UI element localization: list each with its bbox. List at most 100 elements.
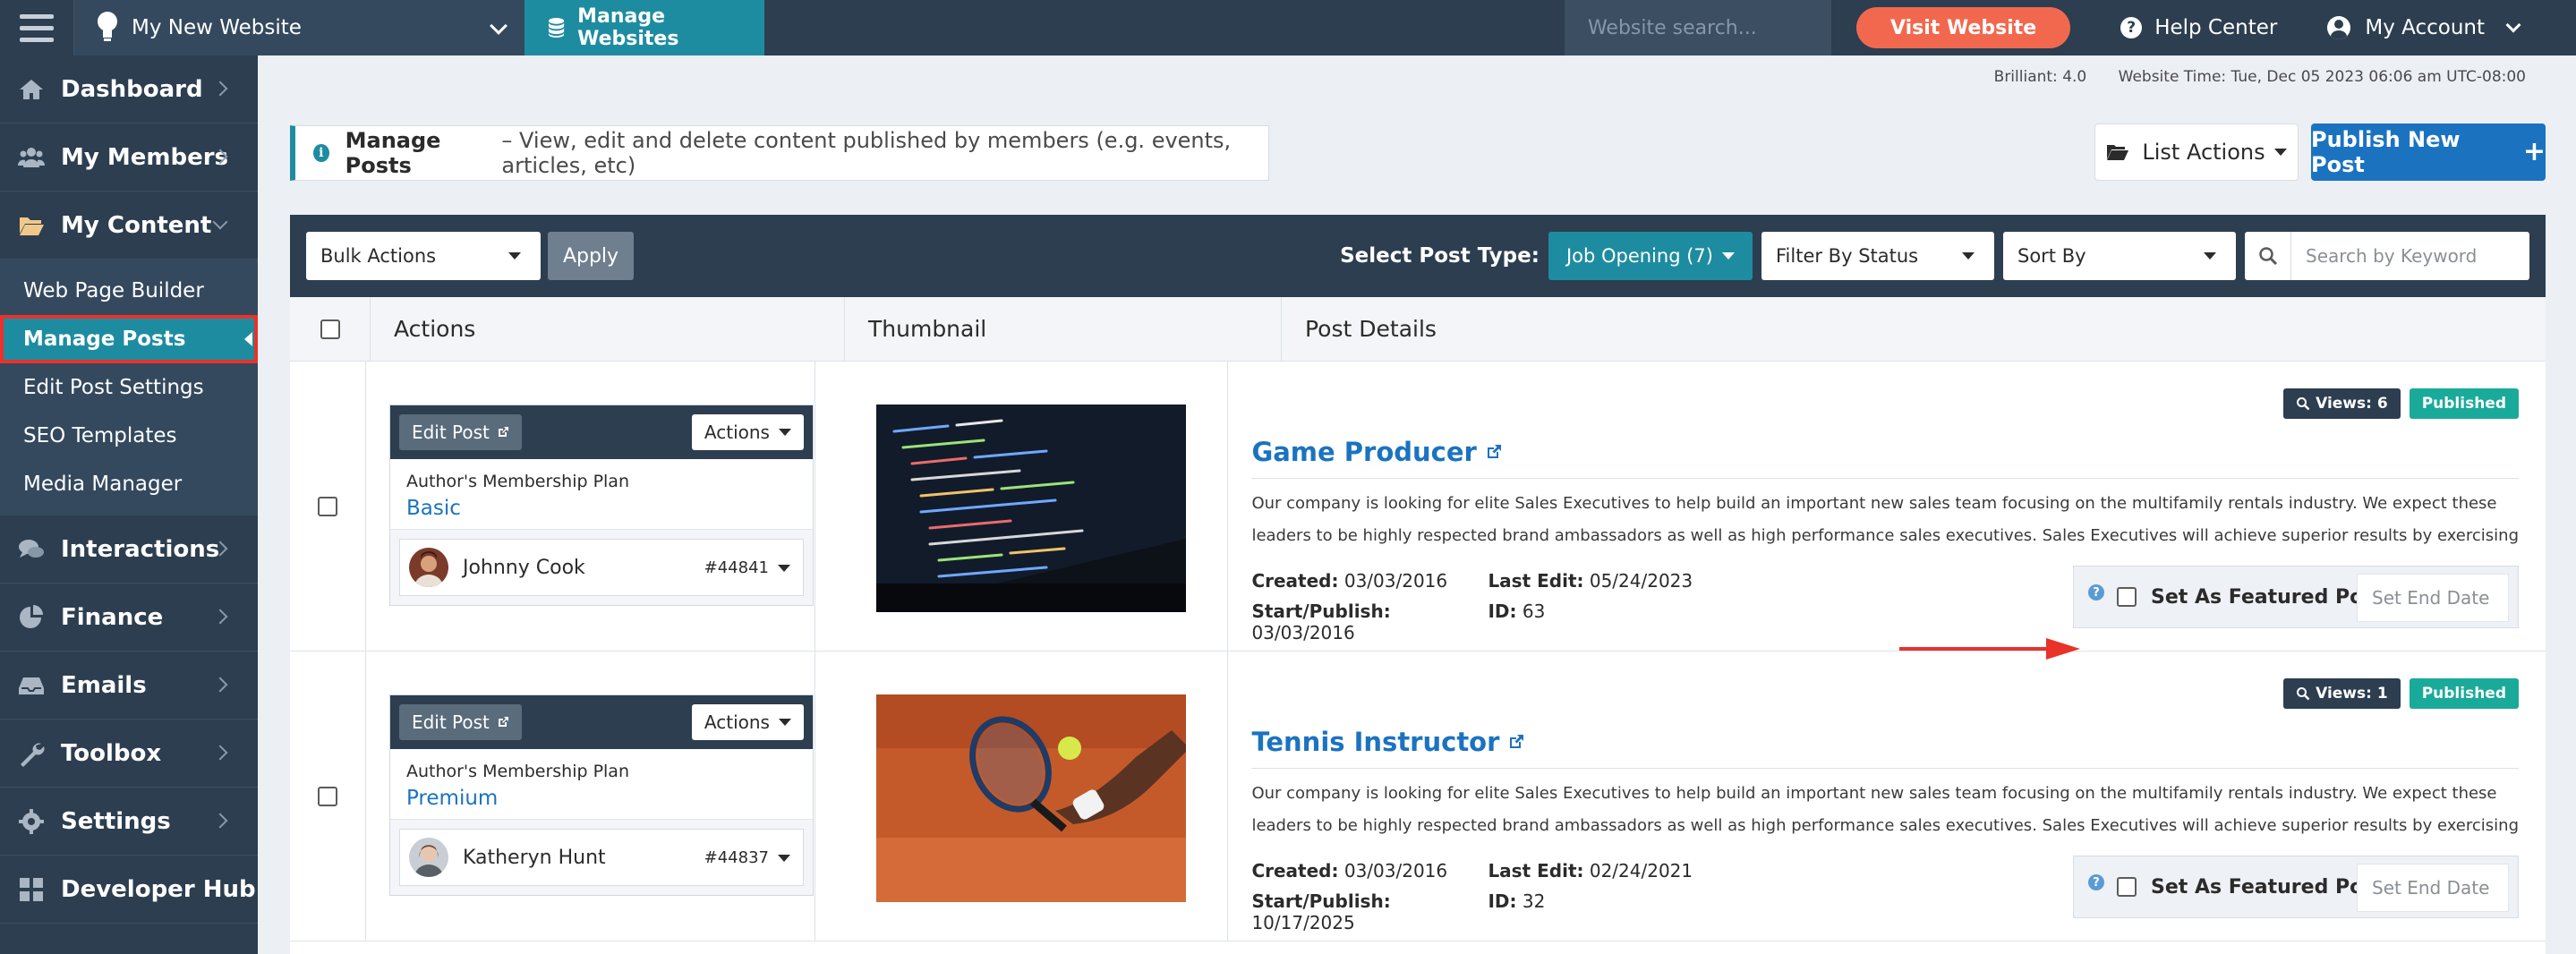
sort-by-label: Sort By — [2017, 245, 2086, 267]
list-actions-label: List Actions — [2142, 140, 2265, 165]
last-edit-date: 02/24/2021 — [1589, 860, 1693, 882]
post-actions-button[interactable]: Actions — [691, 414, 804, 450]
search-icon — [2245, 232, 2291, 280]
sidebar-item-label: Developer Hub — [61, 875, 256, 903]
sidebar-subitem-manage-posts[interactable]: Manage Posts — [0, 315, 258, 363]
sidebar-item-emails[interactable]: Emails — [0, 652, 258, 720]
featured-post-checkbox[interactable] — [2117, 877, 2137, 897]
help-icon[interactable]: ? — [2088, 874, 2104, 890]
website-search-input[interactable] — [1564, 0, 1831, 55]
plus-icon: + — [2522, 136, 2546, 167]
bulk-actions-select[interactable]: Bulk Actions — [306, 232, 541, 280]
sort-by-select[interactable]: Sort By — [2003, 232, 2236, 280]
sidebar-subitem-media-manager[interactable]: Media Manager — [0, 460, 258, 508]
manage-websites-button[interactable]: Manage Websites — [525, 0, 764, 55]
row-select-cell — [290, 362, 366, 651]
featured-post-control: ? Set As Featured Post Set End Date — [2073, 856, 2519, 918]
sidebar-subitem-web-page-builder[interactable]: Web Page Builder — [0, 267, 258, 315]
featured-post-checkbox[interactable] — [2117, 587, 2137, 607]
filter-by-status-select[interactable]: Filter By Status — [1761, 232, 1994, 280]
search-icon — [2297, 397, 2310, 411]
users-icon — [18, 147, 45, 167]
row-actions-cell: Edit Post Actions Author's Membership Pl… — [366, 362, 815, 651]
select-all-cell — [290, 297, 371, 361]
list-actions-button[interactable]: List Actions — [2094, 124, 2299, 181]
keyword-search — [2245, 232, 2529, 280]
featured-post-control: ? Set As Featured Post Set End Date — [2073, 566, 2519, 628]
sidebar-subitem-seo-templates[interactable]: SEO Templates — [0, 412, 258, 460]
chevron-down-icon — [212, 214, 228, 230]
website-selector[interactable]: My New Website — [73, 0, 525, 55]
sidebar-item-label: My Members — [61, 143, 229, 171]
bulk-actions-label: Bulk Actions — [320, 245, 437, 267]
table-row: Edit Post Actions Author's Membership Pl… — [290, 362, 2546, 652]
created-field: Created: 03/03/2016 — [1251, 860, 1448, 882]
select-all-checkbox[interactable] — [320, 319, 340, 339]
set-end-date-input[interactable]: Set End Date — [2357, 864, 2509, 912]
avatar — [408, 838, 448, 877]
last-edit-field: Last Edit: 02/24/2021 — [1488, 860, 1693, 882]
sidebar-item-toolbox[interactable]: Toolbox — [0, 720, 258, 788]
page-header: i Manage Posts – View, edit and delete c… — [290, 125, 1269, 181]
membership-plan-link[interactable]: Premium — [406, 787, 797, 810]
row-checkbox[interactable] — [317, 496, 337, 516]
grid-icon — [20, 877, 43, 901]
set-end-date-input[interactable]: Set End Date — [2357, 574, 2509, 622]
sidebar-item-label: Dashboard — [61, 75, 203, 103]
post-thumbnail-image[interactable] — [875, 694, 1186, 902]
sidebar-item-interactions[interactable]: Interactions — [0, 515, 258, 583]
post-thumbnail-image[interactable] — [875, 405, 1186, 612]
page-subtitle: – View, edit and delete content publishe… — [501, 128, 1232, 178]
membership-plan-link[interactable]: Basic — [406, 497, 797, 520]
search-icon — [2297, 687, 2310, 701]
keyword-search-input[interactable] — [2291, 245, 2524, 267]
member-selector[interactable]: Johnny Cook #44841 — [398, 539, 804, 596]
post-type-value: Job Opening (7) — [1565, 245, 1713, 267]
member-selector[interactable]: Katheryn Hunt #44837 — [398, 829, 804, 886]
version-text: Brilliant: 4.0 — [1993, 68, 2087, 86]
external-link-icon — [498, 717, 508, 727]
sidebar-item-my-members[interactable]: My Members — [0, 124, 258, 192]
caret-down-icon — [1962, 252, 1975, 260]
created-field: Created: 03/03/2016 — [1251, 570, 1448, 592]
views-count: Views: 1 — [2316, 685, 2388, 703]
views-badge: Views: 1 — [2283, 678, 2401, 709]
sidebar-item-settings[interactable]: Settings — [0, 788, 258, 856]
external-link-icon — [1487, 445, 1501, 458]
post-title-link[interactable]: Tennis Instructor — [1251, 727, 2519, 757]
wrench-icon — [21, 743, 45, 767]
post-type-select[interactable]: Job Opening (7) — [1548, 232, 1753, 280]
sidebar-item-developer-hub[interactable]: Developer Hub — [0, 856, 258, 924]
info-circle-icon: i — [313, 144, 329, 162]
home-icon — [20, 79, 43, 99]
gear-icon — [19, 808, 44, 834]
start-publish-date: 03/03/2016 — [1251, 622, 1355, 643]
chevron-right-icon — [212, 81, 228, 97]
post-actions-button[interactable]: Actions — [691, 704, 804, 740]
start-publish-field: Start/Publish: 10/17/2025 — [1251, 890, 1391, 933]
caret-down-icon — [777, 855, 790, 862]
edit-post-button[interactable]: Edit Post — [398, 414, 522, 450]
sidebar-item-label: Emails — [61, 671, 147, 699]
edit-post-button[interactable]: Edit Post — [398, 704, 522, 740]
help-center-link[interactable]: ? Help Center — [2120, 16, 2277, 39]
sidebar-item-my-content[interactable]: My Content — [0, 192, 258, 260]
last-edit-field: Last Edit: 05/24/2023 — [1488, 570, 1693, 592]
post-title-link[interactable]: Game Producer — [1251, 437, 2519, 467]
apply-button[interactable]: Apply — [548, 232, 634, 280]
help-icon[interactable]: ? — [2088, 584, 2104, 601]
hamburger-menu-button[interactable] — [0, 0, 73, 55]
visit-website-button[interactable]: Visit Website — [1855, 7, 2071, 48]
post-action-bar: Edit Post Actions — [389, 405, 813, 459]
sidebar-item-finance[interactable]: Finance — [0, 583, 258, 652]
post-id-field: ID: 32 — [1488, 890, 1546, 912]
hamburger-icon — [20, 11, 54, 46]
post-action-card: Edit Post Actions Author's Membership Pl… — [388, 405, 814, 606]
sidebar-item-dashboard[interactable]: Dashboard — [0, 55, 258, 124]
post-actions-label: Actions — [704, 422, 770, 443]
row-checkbox[interactable] — [317, 786, 337, 806]
my-account-menu[interactable]: My Account — [2327, 16, 2521, 39]
sidebar-subitem-edit-post-settings[interactable]: Edit Post Settings — [0, 363, 258, 412]
publish-new-post-button[interactable]: Publish New Post + — [2311, 124, 2546, 181]
member-name: Katheryn Hunt — [462, 846, 606, 869]
